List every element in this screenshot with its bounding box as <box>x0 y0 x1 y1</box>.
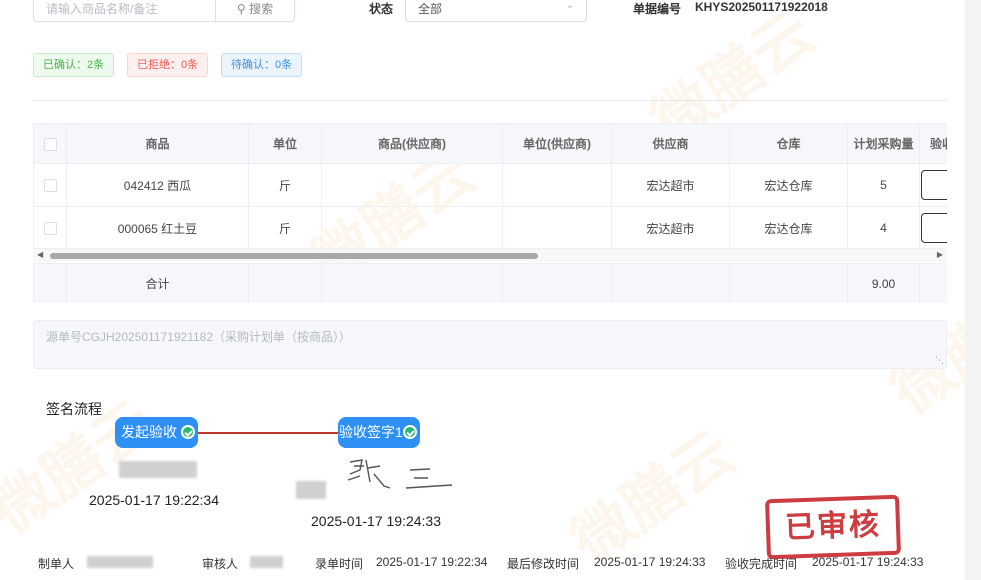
table-row: 042412 西瓜 斤 宏达超市 宏达仓库 5 <box>33 163 947 207</box>
bill-number-label: 单据编号 <box>633 2 682 16</box>
scrollbar-thumb[interactable] <box>50 253 538 259</box>
cell-goods: 042412 西瓜 <box>66 163 249 207</box>
total-label: 合计 <box>66 263 249 303</box>
confirmed-tag[interactable]: 已确认：2条 <box>33 53 115 77</box>
row-checkbox[interactable] <box>33 206 67 250</box>
cell-supplier: 宏达超市 <box>611 206 730 250</box>
signer-name-redacted <box>296 481 326 499</box>
flow-node-label: 发起验收 <box>121 424 177 440</box>
rejected-tag[interactable]: 已拒绝：0条 <box>127 53 209 77</box>
cell-plan-qty: 4 <box>847 206 920 250</box>
cell-unit-supplier <box>502 163 612 207</box>
select-all-checkbox[interactable] <box>33 123 67 164</box>
total-blank <box>248 263 322 303</box>
acceptance-panel: 微膳云 微膳云 微膳云 微膳云 微膳云 请输入商品名称/备注 ⚲ 搜索 状态 全… <box>0 0 965 580</box>
col-header-accept: 验收 <box>919 123 947 164</box>
resize-grip-icon[interactable]: ⋱ <box>935 355 944 366</box>
page-scrollbar[interactable] <box>965 0 981 580</box>
scroll-right-icon[interactable]: ▶ <box>937 250 943 259</box>
total-blank <box>33 263 67 303</box>
accept-time-label: 验收完成时间 <box>725 557 798 571</box>
search-input[interactable]: 请输入商品名称/备注 <box>33 0 215 22</box>
divider <box>33 100 947 101</box>
cell-warehouse: 宏达仓库 <box>729 206 848 250</box>
total-blank <box>919 263 947 303</box>
cell-accept <box>919 206 947 250</box>
reviewer-label: 审核人 <box>202 557 239 571</box>
cell-goods: 000065 红土豆 <box>66 206 249 250</box>
check-circle-icon <box>403 425 417 439</box>
cell-plan-qty: 5 <box>847 163 920 207</box>
cell-unit: 斤 <box>248 206 322 250</box>
flow-node-start[interactable]: 发起验收 <box>115 417 198 448</box>
accept-qty-input[interactable] <box>921 213 947 243</box>
remark-text: 源单号CGJH202501171921182（采购计划单（按商品）） <box>46 330 351 344</box>
maker-name-redacted <box>87 556 153 568</box>
entry-time-value: 2025-01-17 19:22:34 <box>376 555 488 569</box>
col-header-goods: 商品 <box>66 123 249 164</box>
search-placeholder: 请输入商品名称/备注 <box>46 2 158 16</box>
reviewer-name-redacted <box>250 556 283 568</box>
search-button-label: 搜索 <box>249 2 274 16</box>
handwritten-signature <box>347 459 453 489</box>
pending-tag[interactable]: 待确认：0条 <box>221 53 303 77</box>
flow-node-time: 2025-01-17 19:22:34 <box>89 492 219 508</box>
col-header-unit-supplier: 单位(供应商) <box>502 123 612 164</box>
modified-time-value: 2025-01-17 19:24:33 <box>594 555 706 569</box>
total-blank <box>611 263 730 303</box>
flow-connector <box>198 432 338 434</box>
chevron-down-icon: ⌄ <box>565 0 574 11</box>
scroll-left-icon[interactable]: ◀ <box>37 250 43 259</box>
checkbox-box[interactable] <box>43 222 57 236</box>
total-blank <box>321 263 503 303</box>
table-row: 000065 红土豆 斤 宏达超市 宏达仓库 4 <box>33 206 947 250</box>
total-blank <box>502 263 612 303</box>
approved-stamp: 已审核 <box>764 494 902 560</box>
cell-accept <box>919 163 947 207</box>
status-select-value: 全部 <box>418 2 443 16</box>
total-plan-qty: 9.00 <box>847 263 920 303</box>
status-label: 状态 <box>369 2 394 16</box>
col-header-goods-supplier: 商品(供应商) <box>321 123 503 164</box>
cell-goods-supplier <box>321 206 503 250</box>
checkbox-box[interactable] <box>43 137 57 151</box>
col-header-unit: 单位 <box>248 123 322 164</box>
checkbox-box[interactable] <box>43 179 57 193</box>
signer-name-redacted <box>119 461 197 478</box>
flow-node-sign[interactable]: 验收签字1 <box>338 417 420 448</box>
cell-goods-supplier <box>321 163 503 207</box>
total-row: 合计 9.00 <box>33 263 947 303</box>
col-header-supplier: 供应商 <box>611 123 730 164</box>
goods-table: 商品 单位 商品(供应商) 单位(供应商) 供应商 仓库 计划采购量 验收 04… <box>33 123 947 303</box>
sign-flow-title: 签名流程 <box>46 401 102 417</box>
watermark: 微膳云 <box>559 418 746 577</box>
modified-time-label: 最后修改时间 <box>507 557 580 571</box>
search-button[interactable]: ⚲ 搜索 <box>215 0 295 22</box>
horizontal-scrollbar[interactable]: ◀ ▶ <box>33 248 947 262</box>
status-select[interactable]: 全部 ⌄ <box>405 0 587 22</box>
cell-unit-supplier <box>502 206 612 250</box>
accept-time-value: 2025-01-17 19:24:33 <box>812 555 924 569</box>
check-circle-icon <box>181 425 195 439</box>
entry-time-label: 录单时间 <box>315 557 364 571</box>
total-blank <box>729 263 848 303</box>
table-header-row: 商品 单位 商品(供应商) 单位(供应商) 供应商 仓库 计划采购量 验收 <box>33 123 947 164</box>
flow-node-time: 2025-01-17 19:24:33 <box>311 513 441 529</box>
maker-label: 制单人 <box>38 557 75 571</box>
cell-warehouse: 宏达仓库 <box>729 163 848 207</box>
col-header-plan-qty: 计划采购量 <box>847 123 920 164</box>
col-header-warehouse: 仓库 <box>729 123 848 164</box>
cell-supplier: 宏达超市 <box>611 163 730 207</box>
accept-qty-input[interactable] <box>921 170 947 200</box>
flow-node-label: 验收签字1 <box>339 424 403 440</box>
row-checkbox[interactable] <box>33 163 67 207</box>
bill-number-value: KHYS20250117192201​8 <box>695 0 828 14</box>
remark-textarea[interactable]: 源单号CGJH202501171921182（采购计划单（按商品）） ⋱ <box>33 320 947 369</box>
cell-unit: 斤 <box>248 163 322 207</box>
search-icon: ⚲ <box>236 2 246 16</box>
